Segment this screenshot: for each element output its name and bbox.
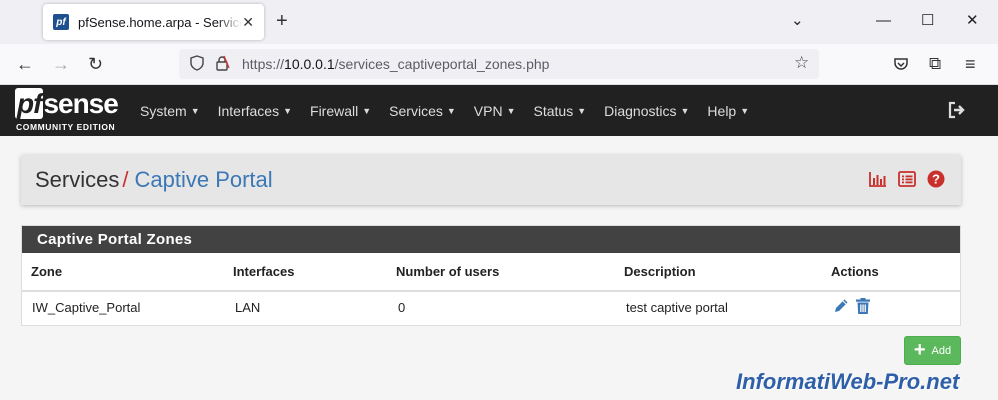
menu-label: Status [533, 102, 574, 119]
browser-tab[interactable]: pf pfSense.home.arpa - Services: Captive… [43, 4, 264, 40]
page-content: Services / Captive Portal ? Captive Port… [0, 136, 998, 400]
menu-status[interactable]: Status ▼ [534, 103, 587, 119]
back-icon[interactable]: ← [16, 54, 34, 74]
caret-down-icon: ▼ [362, 105, 372, 116]
close-window-icon[interactable]: ✕ [966, 12, 979, 30]
plus-icon: + [913, 338, 926, 361]
reload-icon[interactable]: ↻ [88, 54, 103, 74]
help-icon[interactable]: ? [927, 170, 945, 188]
breadcrumb: Services / Captive Portal ? [21, 155, 961, 205]
delete-trash-icon[interactable] [854, 297, 872, 315]
menu-label: Interfaces [217, 102, 280, 119]
edit-pencil-icon[interactable] [832, 297, 850, 315]
caret-down-icon: ▼ [283, 105, 293, 116]
menu-label: VPN [473, 102, 503, 119]
cell-interfaces: LAN [235, 300, 261, 315]
breadcrumb-current[interactable]: Captive Portal [134, 167, 272, 192]
url-bar[interactable]: https://10.0.0.1/services_captiveportal_… [179, 49, 819, 79]
tab-title: pfSense.home.arpa - Services: Captive Po… [78, 14, 242, 30]
url-prefix: https:// [242, 56, 285, 72]
caret-down-icon: ▼ [680, 105, 690, 116]
bar-chart-icon[interactable] [869, 170, 887, 188]
menu-label: Services [389, 102, 443, 119]
menu-label: Help [707, 102, 737, 119]
new-tab-icon[interactable]: + [276, 11, 288, 31]
url-host: 10.0.0.1 [284, 56, 335, 72]
column-header-users: Number of users [396, 264, 500, 279]
pfsense-navbar: pfsense COMMUNITY EDITION System ▼ Interf… [0, 85, 998, 136]
pfsense-favicon-icon: pf [53, 14, 69, 30]
table-header-divider [22, 290, 960, 292]
breadcrumb-separator: / [122, 167, 129, 192]
breadcrumb-root: Services [35, 167, 120, 192]
add-button-label: Add [931, 344, 952, 357]
breadcrumb-actions: ? [869, 170, 945, 188]
caret-down-icon: ▼ [506, 105, 516, 116]
pfsense-logo[interactable]: pfsense COMMUNITY EDITION [15, 88, 125, 133]
caret-down-icon: ▼ [190, 105, 200, 116]
lock-icon[interactable] [214, 55, 230, 71]
caret-down-icon: ▼ [446, 105, 456, 116]
logout-icon[interactable] [948, 101, 966, 119]
shield-icon[interactable] [189, 55, 205, 71]
logo-sense: sense [43, 88, 118, 119]
column-header-interfaces: Interfaces [233, 264, 295, 279]
menu-system[interactable]: System ▼ [140, 103, 200, 119]
cell-users: 0 [398, 300, 406, 315]
menu-firewall[interactable]: Firewall ▼ [310, 103, 371, 119]
cell-zone: IW_Captive_Portal [32, 300, 141, 315]
page-title: Services / Captive Portal [35, 167, 273, 193]
url-path: /services_captiveportal_zones.php [334, 56, 550, 72]
caret-down-icon: ▼ [740, 105, 750, 116]
pocket-icon[interactable] [893, 56, 909, 72]
menu-label: System [140, 102, 187, 119]
caret-down-icon: ▼ [577, 105, 587, 116]
column-header-actions: Actions [831, 264, 879, 279]
browser-navbar: ← → ↻ https://10.0.0.1/services_captivep… [0, 44, 998, 85]
cell-description: test captive portal [626, 300, 728, 315]
maximize-icon[interactable]: ☐ [921, 12, 934, 30]
main-menu: System ▼ Interfaces ▼ Firewall ▼ Services ▼ … [140, 85, 767, 136]
menu-services[interactable]: Services ▼ [389, 103, 456, 119]
list-icon[interactable] [898, 170, 916, 188]
app-menu-icon[interactable]: ≡ [965, 54, 976, 74]
extensions-icon[interactable]: ⧉ [929, 54, 941, 74]
menu-label: Diagnostics [604, 102, 677, 119]
forward-icon[interactable]: → [52, 54, 70, 74]
menu-vpn[interactable]: VPN ▼ [474, 103, 516, 119]
watermark: InformatiWeb-Pro.net [736, 369, 960, 394]
url-text[interactable]: https://10.0.0.1/services_captiveportal_… [242, 56, 549, 72]
menu-help[interactable]: Help ▼ [707, 103, 749, 119]
column-header-zone: Zone [31, 264, 63, 279]
tab-list-icon[interactable]: ⌄ [791, 12, 804, 30]
minimize-icon[interactable]: — [876, 12, 891, 30]
zones-panel: Captive Portal Zones Zone Interfaces Num… [21, 225, 961, 326]
add-zone-button[interactable]: + Add [904, 336, 961, 365]
bookmark-star-icon[interactable]: ☆ [794, 53, 809, 73]
panel-title: Captive Portal Zones [22, 226, 960, 253]
column-header-description: Description [624, 264, 696, 279]
close-tab-icon[interactable]: ✕ [242, 14, 254, 31]
menu-interfaces[interactable]: Interfaces ▼ [218, 103, 292, 119]
menu-diagnostics[interactable]: Diagnostics ▼ [604, 103, 689, 119]
menu-label: Firewall [310, 102, 359, 119]
browser-tabstrip: pf pfSense.home.arpa - Services: Captive… [0, 0, 998, 44]
logo-subtitle: COMMUNITY EDITION [16, 122, 116, 132]
svg-text:?: ? [932, 172, 940, 187]
logo-pf: pf [15, 88, 44, 119]
